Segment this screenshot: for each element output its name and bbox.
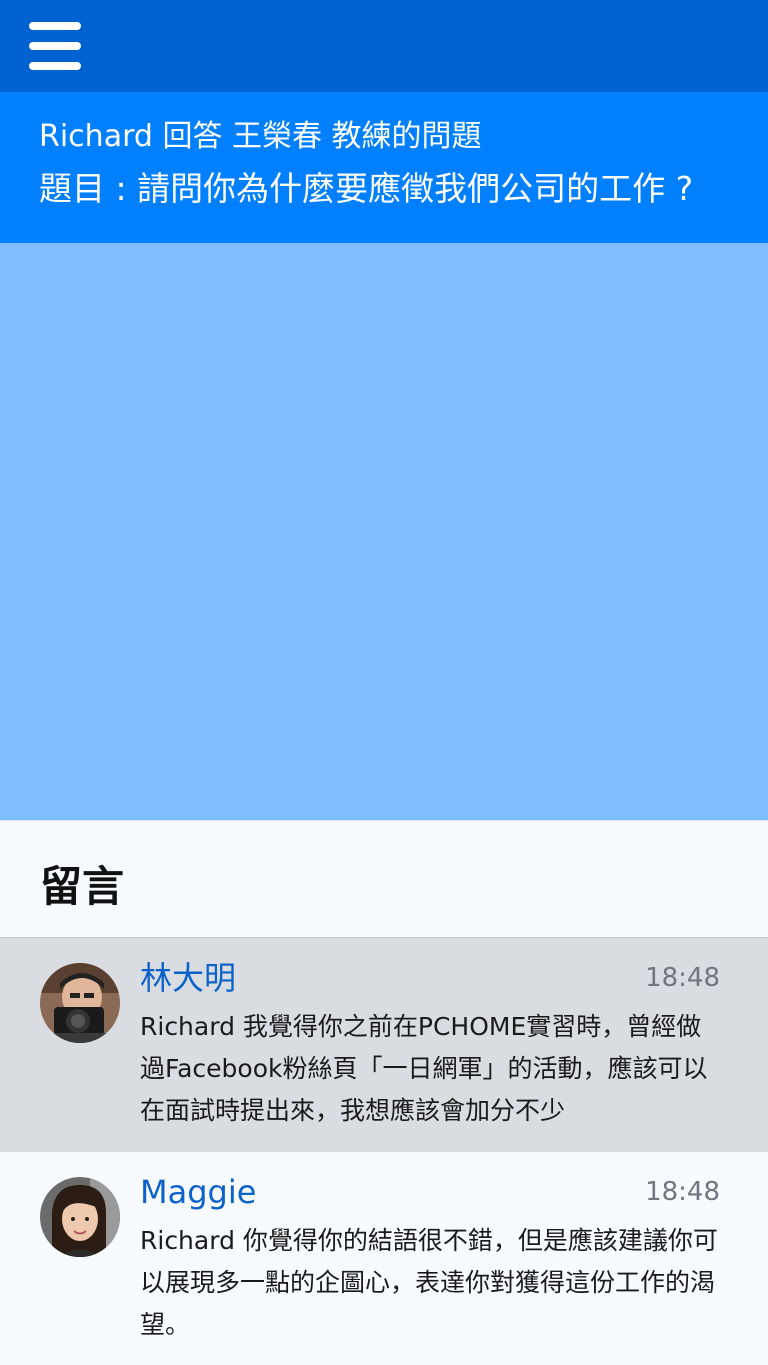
question-header: Richard 回答 王榮春 教練的問題 題目 : 請問你為什麼要應徵我們公司的… <box>0 92 768 243</box>
comments-heading: 留言 <box>40 862 125 911</box>
comment-text: Richard 我覺得你之前在PCHOME實習時，曾經做過Facebook粉絲頁… <box>140 1012 708 1125</box>
menu-bar <box>29 42 81 50</box>
avatar-photo-icon <box>40 1177 120 1257</box>
menu-bar <box>29 22 81 30</box>
comments-panel: 留言 林大明 18:48 Richard 我覺得你之前在PCHOME實習時，曾經… <box>0 820 768 1365</box>
video-player-area[interactable] <box>0 243 768 820</box>
comment-time: 18:48 <box>645 963 720 993</box>
answer-subtitle: Richard 回答 王榮春 教練的問題 <box>39 119 482 154</box>
comment-time: 18:48 <box>645 1177 720 1207</box>
avatar[interactable] <box>40 963 120 1043</box>
comment-author[interactable]: 林大明 <box>140 956 236 1000</box>
hamburger-menu-icon[interactable] <box>29 22 81 70</box>
comment-text: Richard 你覺得你的結語很不錯，但是應該建議你可以展現多一點的企圖心，表達… <box>140 1226 718 1339</box>
avatar[interactable] <box>40 1177 120 1257</box>
comment-item[interactable]: Maggie 18:48 Richard 你覺得你的結語很不錯，但是應該建議你可… <box>0 1152 768 1365</box>
avatar-photo-icon <box>40 963 120 1043</box>
comment-item[interactable]: 林大明 18:48 Richard 我覺得你之前在PCHOME實習時，曾經做過F… <box>0 937 768 1152</box>
comment-author[interactable]: Maggie <box>140 1170 256 1214</box>
menu-bar <box>29 62 81 70</box>
top-app-bar <box>0 0 768 92</box>
question-title: 題目 : 請問你為什麼要應徵我們公司的工作 ? <box>39 169 694 208</box>
